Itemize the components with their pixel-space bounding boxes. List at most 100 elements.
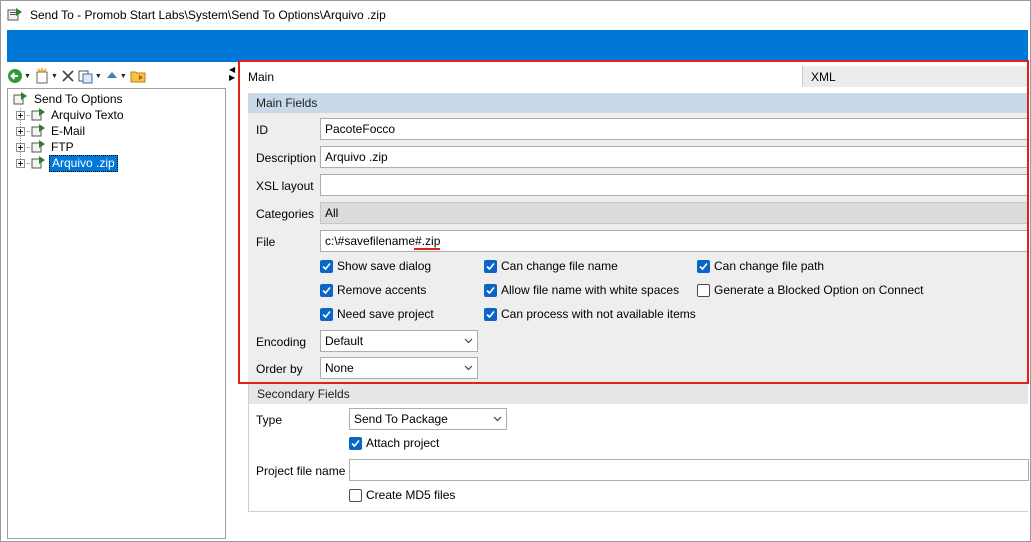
id-label: ID — [256, 123, 268, 137]
folder-icon — [130, 71, 146, 83]
tree-item-arquivo-zip[interactable]: Arquivo .zip — [16, 154, 118, 172]
order-by-value: None — [325, 361, 354, 375]
description-label: Description — [256, 151, 317, 165]
title-bar: Send To - Promob Start Labs\System\Send … — [1, 1, 1029, 29]
delete-x-icon — [62, 70, 74, 82]
copy-button[interactable]: ▼ — [78, 67, 102, 85]
tree-item-arquivo-texto[interactable]: Arquivo Texto — [16, 107, 126, 123]
window-title: Send To - Promob Start Labs\System\Send … — [30, 8, 386, 22]
categories-field[interactable]: All — [320, 202, 1028, 224]
can-change-file-name-checkbox[interactable]: Can change file name — [484, 258, 618, 274]
expand-icon[interactable] — [16, 110, 25, 120]
expand-icon[interactable] — [16, 158, 25, 168]
back-button[interactable]: ▼ — [7, 67, 31, 85]
show-save-dialog-checkbox[interactable]: Show save dialog — [320, 258, 431, 274]
expand-right-icon[interactable]: ▶ — [229, 74, 238, 82]
chevron-down-icon — [493, 416, 502, 422]
encoding-label: Encoding — [256, 335, 307, 349]
panel-splitter[interactable]: ◀ ▶ — [229, 66, 238, 86]
checkbox-checked-icon — [320, 259, 333, 273]
expand-icon[interactable] — [16, 142, 25, 152]
tree-item-label-selected: Arquivo .zip — [49, 154, 118, 172]
xsl-layout-label: XSL layout — [256, 179, 314, 193]
description-field[interactable]: Arquivo .zip — [320, 146, 1028, 168]
order-by-label: Order by — [256, 362, 303, 376]
checkbox-checked-icon — [484, 307, 497, 321]
main-fields-header[interactable]: Main Fields — [248, 93, 1028, 113]
dropdown-arrow-icon: ▼ — [119, 72, 127, 80]
option-node-icon — [31, 156, 45, 169]
categories-label: Categories — [256, 207, 315, 221]
create-md5-checkbox[interactable]: Create MD5 files — [349, 487, 455, 503]
dropdown-arrow-icon: ▼ — [94, 72, 102, 80]
header-band — [7, 30, 1028, 62]
tree-item-label: FTP — [51, 139, 74, 154]
checkbox-label: Can change file path — [714, 259, 825, 273]
id-field[interactable]: PacoteFocco — [320, 118, 1028, 140]
chevron-down-icon — [464, 365, 473, 371]
checkbox-label: Remove accents — [337, 283, 427, 297]
generate-blocked-option-checkbox[interactable]: Generate a Blocked Option on Connect — [697, 282, 923, 298]
tab-xml[interactable]: XML — [802, 66, 1028, 87]
attach-project-checkbox[interactable]: Attach project — [349, 435, 439, 451]
tab-strip: Main XML — [242, 65, 1028, 87]
can-change-file-path-checkbox[interactable]: Can change file path — [697, 258, 824, 274]
can-process-not-available-checkbox[interactable]: Can process with not available items — [484, 306, 696, 322]
highlight-underline — [414, 248, 440, 250]
need-save-project-checkbox[interactable]: Need save project — [320, 306, 434, 322]
checkbox-label: Show save dialog — [337, 259, 432, 273]
arrow-up-icon — [106, 72, 117, 78]
copy-icon — [78, 70, 93, 84]
move-up-button[interactable]: ▼ — [105, 67, 127, 85]
checkbox-checked-icon — [484, 283, 497, 297]
back-arrow-icon — [8, 69, 22, 83]
option-node-icon — [31, 140, 45, 153]
checkbox-label: Can change file name — [501, 259, 618, 273]
tree-toolbar: ▼ ▼ ▼ ▼ — [7, 66, 227, 86]
checkbox-checked-icon — [484, 259, 497, 273]
checkbox-checked-icon — [320, 307, 333, 321]
tab-main[interactable]: Main — [242, 65, 802, 87]
secondary-fields-header[interactable]: Secondary Fields — [249, 384, 1028, 404]
checkbox-label: Generate a Blocked Option on Connect — [714, 283, 924, 297]
expand-icon[interactable] — [16, 126, 25, 136]
option-node-icon — [31, 124, 45, 137]
checkbox-label: Need save project — [337, 307, 434, 321]
project-file-name-label: Project file name — [256, 464, 346, 478]
type-label: Type — [256, 413, 283, 427]
tree-root[interactable]: Send To Options — [13, 91, 125, 107]
dropdown-arrow-icon: ▼ — [24, 72, 31, 80]
encoding-select[interactable]: Default — [320, 330, 478, 352]
checkbox-unchecked-icon — [697, 283, 710, 297]
delete-button[interactable] — [61, 67, 75, 85]
order-by-select[interactable]: None — [320, 357, 478, 379]
checkbox-label: Allow file name with white spaces — [501, 283, 680, 297]
tree-item-label: E-Mail — [51, 123, 86, 138]
allow-white-spaces-checkbox[interactable]: Allow file name with white spaces — [484, 282, 679, 298]
project-file-name-field[interactable] — [349, 459, 1029, 481]
tree-item-ftp[interactable]: FTP — [16, 139, 76, 155]
xsl-layout-field[interactable] — [320, 174, 1028, 196]
checkbox-label: Can process with not available items — [501, 307, 696, 321]
checkbox-checked-icon — [697, 259, 710, 273]
send-to-app-icon — [7, 8, 22, 21]
new-item-icon — [36, 68, 48, 84]
type-value: Send To Package — [354, 412, 448, 426]
tree-root-label: Send To Options — [34, 91, 123, 106]
tree-item-email[interactable]: E-Mail — [16, 123, 87, 139]
chevron-down-icon — [464, 338, 473, 344]
file-label: File — [256, 235, 276, 249]
remove-accents-checkbox[interactable]: Remove accents — [320, 282, 426, 298]
secondary-fields-group: Secondary Fields Type Send To Package At… — [248, 384, 1029, 512]
open-folder-button[interactable] — [130, 67, 146, 85]
encoding-value: Default — [325, 334, 364, 348]
checkbox-label: Attach project — [366, 436, 440, 450]
new-item-button[interactable]: ▼ — [34, 67, 58, 85]
checkbox-label: Create MD5 files — [366, 488, 456, 502]
type-select[interactable]: Send To Package — [349, 408, 507, 430]
options-tree: Send To Options Arquivo Texto E-Mail FTP… — [7, 88, 226, 539]
checkbox-unchecked-icon — [349, 488, 362, 502]
send-to-options-icon — [13, 92, 27, 105]
tree-item-label: Arquivo Texto — [51, 107, 124, 122]
dropdown-arrow-icon: ▼ — [50, 72, 58, 80]
